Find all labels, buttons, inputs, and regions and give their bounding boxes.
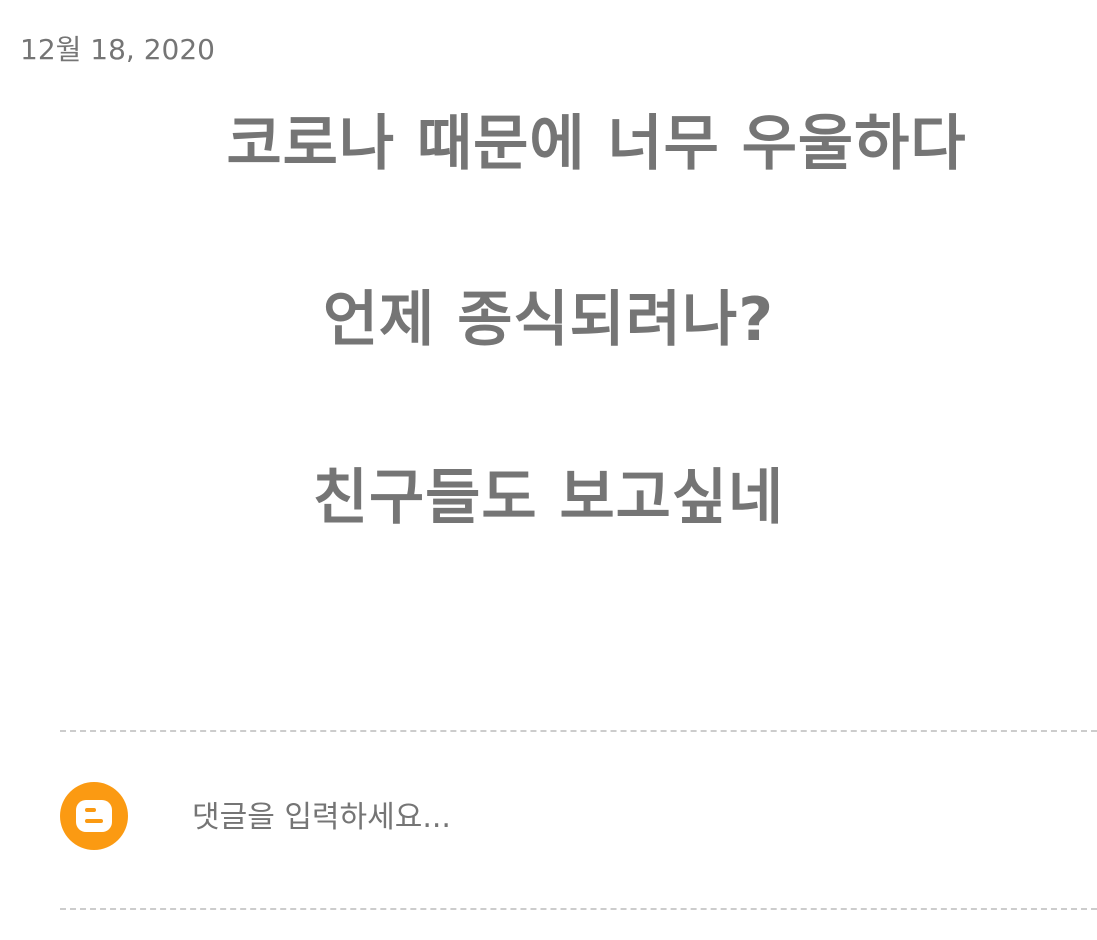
comment-input[interactable]: [172, 792, 1092, 842]
post-line: 코로나 때문에 너무 우울하다: [226, 109, 967, 179]
post-line: 친구들도 보고싶네: [312, 463, 785, 533]
avatar: [60, 782, 128, 850]
post-line: 언제 종식되려나?: [322, 285, 775, 355]
comment-section: [60, 730, 1097, 910]
post-date: 12월 18, 2020: [20, 33, 215, 66]
divider: [60, 908, 1097, 910]
blogger-icon: [76, 800, 112, 832]
divider: [60, 730, 1097, 732]
